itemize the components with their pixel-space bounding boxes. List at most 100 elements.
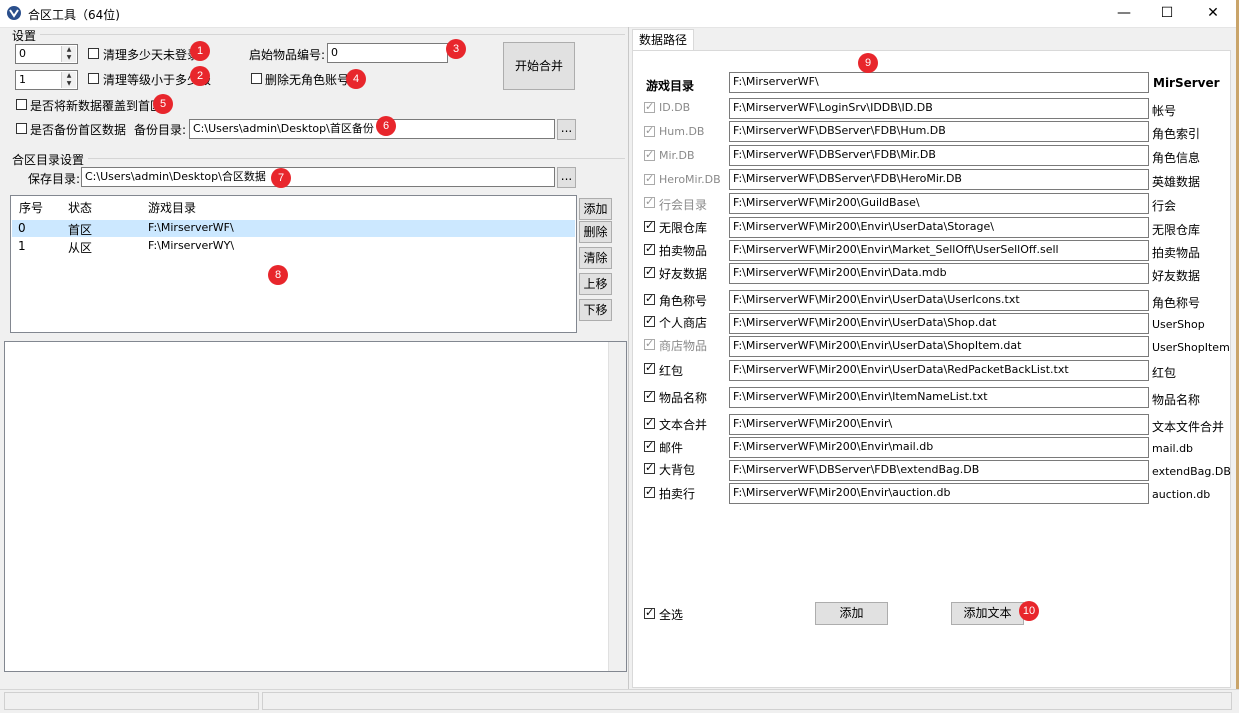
start-merge-button[interactable]: 开始合并 xyxy=(503,42,575,90)
list-delete-button[interactable]: 删除 xyxy=(579,221,612,243)
spin-up-icon[interactable]: ▲ xyxy=(61,72,76,80)
auction-path-input[interactable]: F:\MirserverWF\Mir200\Envir\auction.db xyxy=(729,483,1149,504)
row-index: 0 xyxy=(18,221,26,235)
spin-down-icon[interactable]: ▼ xyxy=(61,80,76,88)
hum-db-desc: 角色索引 xyxy=(1152,127,1201,141)
shop-item-checkbox[interactable] xyxy=(644,337,655,351)
column-header-status[interactable]: 状态 xyxy=(68,199,92,216)
hum-db-path-input[interactable]: F:\MirserverWF\DBServer\FDB\Hum.DB xyxy=(729,121,1149,142)
storage-path-input[interactable]: F:\MirserverWF\Mir200\Envir\UserData\Sto… xyxy=(729,217,1149,238)
annotation-badge: 2 xyxy=(190,66,210,86)
mir-db-checkbox[interactable] xyxy=(644,148,655,162)
id-db-checkbox[interactable] xyxy=(644,100,655,114)
save-browse-button[interactable]: ... xyxy=(557,167,576,188)
row-status: 从区 xyxy=(68,241,93,255)
storage-checkbox[interactable] xyxy=(644,219,655,233)
clean-days-checkbox[interactable] xyxy=(88,48,99,59)
list-move-up-button[interactable]: 上移 xyxy=(579,273,612,295)
table-row[interactable]: 1 从区 F:\MirserverWY\ xyxy=(12,238,575,255)
log-scrollbar[interactable] xyxy=(608,342,626,671)
clean-days-spinner[interactable]: 0 ▲ ▼ xyxy=(15,44,78,64)
extend-bag-checkbox[interactable] xyxy=(644,461,655,475)
item-name-desc: 物品名称 xyxy=(1152,393,1201,407)
clean-level-checkbox[interactable] xyxy=(88,73,99,84)
selloff-checkbox[interactable] xyxy=(644,242,655,256)
heromir-db-desc: 英雄数据 xyxy=(1152,175,1201,189)
hum-db-label: Hum.DB xyxy=(659,125,705,138)
auction-checkbox[interactable] xyxy=(644,485,655,499)
user-icons-label: 角色称号 xyxy=(659,294,708,308)
guild-dir-path-input[interactable]: F:\MirserverWF\Mir200\GuildBase\ xyxy=(729,193,1149,214)
list-add-button[interactable]: 添加 xyxy=(579,198,612,220)
start-item-input[interactable]: 0 xyxy=(327,43,448,63)
add-text-button[interactable]: 添加文本 xyxy=(951,602,1024,625)
heromir-db-checkbox[interactable] xyxy=(644,172,655,186)
hum-db-checkbox[interactable] xyxy=(644,124,655,138)
list-clear-button[interactable]: 清除 xyxy=(579,247,612,269)
item-name-checkbox[interactable] xyxy=(644,389,655,403)
server-list[interactable]: 序号 状态 游戏目录 0 首区 F:\MirserverWF\ 1 从区 F:\… xyxy=(10,195,577,333)
item-name-path-input[interactable]: F:\MirserverWF\Mir200\Envir\ItemNameList… xyxy=(729,387,1149,408)
column-header-dir[interactable]: 游戏目录 xyxy=(148,199,196,216)
merge-dir-group-label: 合区目录设置 xyxy=(12,153,85,167)
user-shop-path-input[interactable]: F:\MirserverWF\Mir200\Envir\UserData\Sho… xyxy=(729,313,1149,334)
select-all-checkbox[interactable] xyxy=(644,606,655,620)
id-db-path-input[interactable]: F:\MirserverWF\LoginSrv\IDDB\ID.DB xyxy=(729,98,1149,119)
extend-bag-path-input[interactable]: F:\MirserverWF\DBServer\FDB\extendBag.DB xyxy=(729,460,1149,481)
column-header-index[interactable]: 序号 xyxy=(19,199,43,216)
heromir-db-label: HeroMir.DB xyxy=(659,173,721,186)
mir-db-path-input[interactable]: F:\MirserverWF\DBServer\FDB\Mir.DB xyxy=(729,145,1149,166)
backup-browse-button[interactable]: ... xyxy=(557,119,576,140)
add-path-button[interactable]: 添加 xyxy=(815,602,888,625)
user-shop-checkbox[interactable] xyxy=(644,314,655,328)
spin-up-icon[interactable]: ▲ xyxy=(61,46,76,54)
merge-dir-group-divider xyxy=(88,158,625,159)
backup-dir-input[interactable]: C:\Users\admin\Desktop\首区备份 xyxy=(189,119,555,139)
overwrite-main-checkbox[interactable] xyxy=(16,99,27,110)
friend-data-desc: 好友数据 xyxy=(1152,269,1201,283)
select-all-label: 全选 xyxy=(659,608,684,622)
id-db-label: ID.DB xyxy=(659,101,691,114)
selloff-desc: 拍卖物品 xyxy=(1152,246,1201,260)
mail-path-input[interactable]: F:\MirserverWF\Mir200\Envir\mail.db xyxy=(729,437,1149,458)
log-output[interactable] xyxy=(4,341,627,672)
backup-main-checkbox[interactable] xyxy=(16,123,27,134)
row-dir: F:\MirserverWF\ xyxy=(148,221,234,234)
maximize-button[interactable]: ☐ xyxy=(1144,0,1190,27)
mir-db-label: Mir.DB xyxy=(659,149,695,162)
mail-checkbox[interactable] xyxy=(644,439,655,453)
panel-splitter[interactable] xyxy=(628,27,629,689)
game-dir-label: 游戏目录 xyxy=(646,79,695,93)
spin-down-icon[interactable]: ▼ xyxy=(61,54,76,62)
user-icons-checkbox[interactable] xyxy=(644,292,655,306)
delete-no-role-label: 删除无角色账号 xyxy=(265,73,350,87)
text-merge-checkbox[interactable] xyxy=(644,416,655,430)
list-move-down-button[interactable]: 下移 xyxy=(579,299,612,321)
red-packet-checkbox[interactable] xyxy=(644,361,655,375)
user-shop-desc: UserShop xyxy=(1152,318,1205,331)
annotation-badge: 4 xyxy=(346,69,366,89)
heromir-db-path-input[interactable]: F:\MirserverWF\DBServer\FDB\HeroMir.DB xyxy=(729,169,1149,190)
guild-dir-checkbox[interactable] xyxy=(644,195,655,209)
delete-no-role-checkbox[interactable] xyxy=(251,73,262,84)
clean-level-spinner[interactable]: 1 ▲ ▼ xyxy=(15,70,78,90)
minimize-button[interactable]: — xyxy=(1101,0,1147,27)
annotation-badge: 1 xyxy=(190,41,210,61)
user-icons-path-input[interactable]: F:\MirserverWF\Mir200\Envir\UserData\Use… xyxy=(729,290,1149,311)
selloff-path-input[interactable]: F:\MirserverWF\Mir200\Envir\Market_SellO… xyxy=(729,240,1149,261)
friend-data-path-input[interactable]: F:\MirserverWF\Mir200\Envir\Data.mdb xyxy=(729,263,1149,284)
selloff-label: 拍卖物品 xyxy=(659,244,708,258)
tab-data-paths[interactable]: 数据路径 xyxy=(632,29,694,51)
row-index: 1 xyxy=(18,239,26,253)
text-merge-path-input[interactable]: F:\MirserverWF\Mir200\Envir\ xyxy=(729,414,1149,435)
table-row[interactable]: 0 首区 F:\MirserverWF\ xyxy=(12,220,575,237)
annotation-badge: 8 xyxy=(268,265,288,285)
user-icons-desc: 角色称号 xyxy=(1152,296,1201,310)
close-button[interactable]: ✕ xyxy=(1190,0,1236,27)
annotation-badge: 6 xyxy=(376,116,396,136)
shop-item-path-input[interactable]: F:\MirserverWF\Mir200\Envir\UserData\Sho… xyxy=(729,336,1149,357)
save-dir-input[interactable]: C:\Users\admin\Desktop\合区数据 xyxy=(81,167,555,187)
red-packet-path-input[interactable]: F:\MirserverWF\Mir200\Envir\UserData\Red… xyxy=(729,360,1149,381)
game-dir-input[interactable]: F:\MirserverWF\ xyxy=(729,72,1149,93)
friend-data-checkbox[interactable] xyxy=(644,265,655,279)
